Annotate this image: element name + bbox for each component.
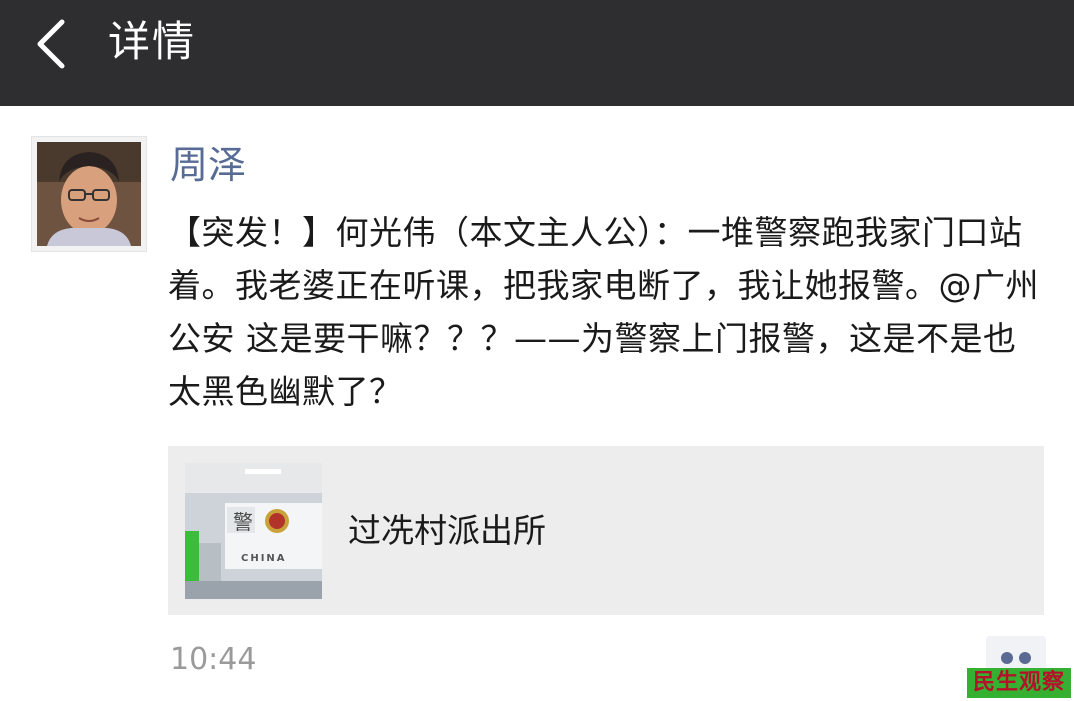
page-title: 详情 [108,17,197,66]
post-timestamp: 10:44 [170,642,257,677]
thumbnail-sign-text: CHINA [241,553,287,564]
link-thumbnail: 警 CHINA [185,463,322,599]
comment-dot [1019,652,1031,664]
thumbnail-sign-char: 警 [233,510,253,534]
back-button[interactable] [22,14,82,74]
shared-link-card[interactable]: 警 CHINA 过冼村派出所 [168,446,1044,615]
watermark-label: 民生观察 [967,668,1071,698]
moments-detail-screen: 详情 周泽 【突发！】何光伟（本文主人公）：一堆警察跑我家门口站着。我老婆正在听… [0,0,1074,701]
author-name[interactable]: 周泽 [170,140,246,190]
post-text: 【突发！】何光伟（本文主人公）：一堆警察跑我家门口站着。我老婆正在听课，把我家电… [168,213,1039,411]
avatar-photo [37,142,141,246]
link-title: 过冼村派出所 [348,511,546,550]
avatar[interactable] [31,136,147,252]
chevron-left-icon [37,19,65,69]
top-nav-bar: 详情 [0,0,1074,106]
comment-dot [1001,652,1013,664]
